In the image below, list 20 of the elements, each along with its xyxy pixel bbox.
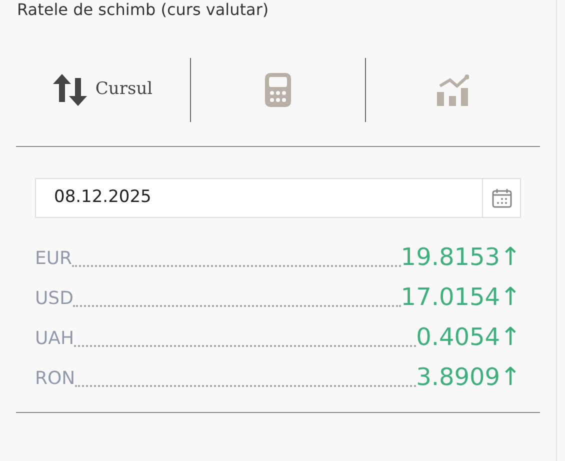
currency-code: RON (35, 367, 76, 391)
currency-code: EUR (35, 247, 72, 271)
chart-icon (437, 74, 469, 106)
trend-arrow: ↑ (500, 282, 521, 312)
trend-arrow: ↑ (500, 242, 521, 272)
calendar-icon (490, 187, 512, 209)
rate-value: 17.0154 (400, 282, 500, 312)
currency-code: UAH (35, 327, 74, 351)
calculator-icon (265, 73, 291, 107)
date-field[interactable]: 08.12.2025 (35, 178, 482, 218)
rate-value: 0.4054 (416, 322, 500, 352)
currency-code: USD (35, 287, 74, 311)
trend-arrow: ↑ (500, 362, 521, 392)
trend-arrow: ↑ (500, 322, 521, 352)
panel-title: Ratele de schimb (curs valutar) (16, 0, 270, 20)
rate-value: 3.8909 (416, 362, 500, 392)
rate-value: 19.8153 (400, 242, 500, 272)
calendar-button[interactable] (482, 178, 521, 218)
swap-arrows-icon (53, 74, 88, 106)
tab[interactable]: Cursul (16, 58, 190, 122)
